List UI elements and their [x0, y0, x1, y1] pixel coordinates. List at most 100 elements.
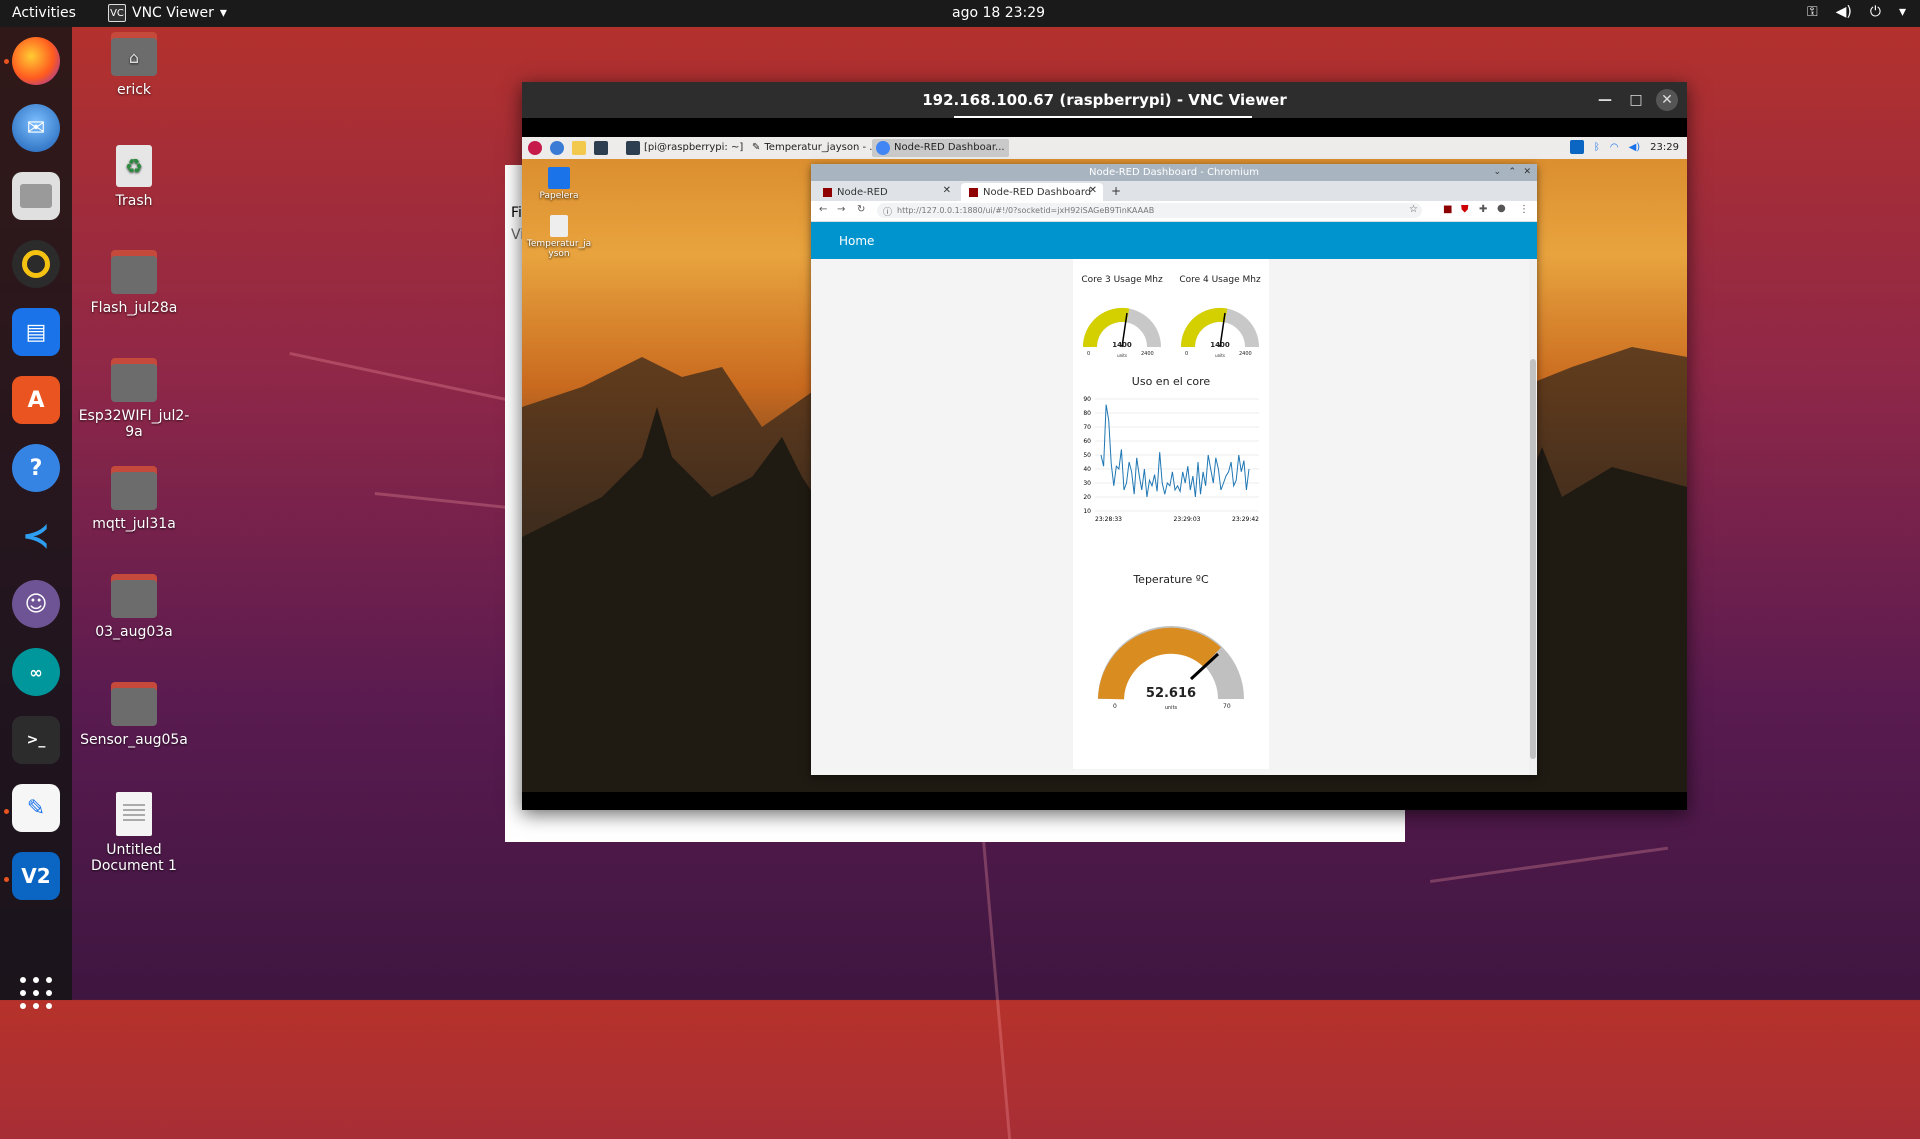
menu-icon[interactable]: ⋮	[1519, 204, 1529, 215]
remote-icon-file[interactable]: Temperatur_ja yson	[524, 215, 594, 259]
volume-icon[interactable]: ◀)	[1629, 142, 1641, 153]
show-applications-icon[interactable]	[20, 977, 52, 1009]
gauge-units: units	[1215, 353, 1225, 358]
system-tray[interactable]: ⚿ ◀) ⏻ ▾	[1807, 4, 1906, 20]
remote-clock[interactable]: 23:29	[1650, 142, 1679, 153]
profile-icon[interactable]: ●	[1497, 203, 1506, 214]
chevron-down-icon: ▾	[219, 5, 227, 21]
desktop-icon-label: 03_aug03a	[95, 624, 173, 640]
thunderbird-icon[interactable]: ✉	[12, 104, 60, 152]
bluetooth-icon[interactable]: ᛒ	[1594, 142, 1600, 153]
forward-icon[interactable]: →	[837, 204, 845, 215]
writer-icon[interactable]: ▤	[12, 308, 60, 356]
terminal-icon	[626, 141, 640, 155]
remote-taskbar: [pi@raspberrypi: ~] ✎ Temperatur_jayson …	[522, 137, 1687, 159]
address-bar[interactable]: http://127.0.0.1:1880/ui/#!/0?socketid=j…	[877, 203, 1422, 218]
page-scrollbar[interactable]	[1529, 259, 1537, 775]
y-tick-label: 60	[1083, 438, 1091, 445]
gauge-title: Core 3 Usage Mhz	[1081, 275, 1163, 285]
dashboard-body: Core 3 Usage Mhz Core 4 Usage Mhz 1400 0…	[811, 259, 1537, 775]
y-tick-label: 30	[1083, 480, 1091, 487]
desktop-icon-label: mqtt_jul31a	[92, 516, 176, 532]
extension-icon[interactable]: ■	[1443, 204, 1452, 215]
desktop-icon-label: Trash	[115, 193, 153, 209]
desktop-icon-trash[interactable]: ♻ Trash	[74, 145, 194, 209]
running-indicator	[4, 59, 9, 64]
wallpaper-line	[1430, 846, 1669, 883]
vnc-bottom-strip	[522, 792, 1687, 810]
desktop-icon-folder[interactable]: mqtt_jul31a	[74, 466, 194, 532]
terminal-icon[interactable]: >_	[12, 716, 60, 764]
document-icon	[116, 792, 152, 836]
folder-icon	[111, 250, 157, 294]
raspberry-menu-icon[interactable]	[528, 141, 542, 155]
minimize-button[interactable]: ⌄	[1493, 164, 1501, 181]
gauge-units: units	[1117, 353, 1127, 358]
text-editor-icon[interactable]: ✎	[12, 784, 60, 832]
desktop-icon-home[interactable]: ⌂ erick	[74, 32, 194, 98]
close-button[interactable]: ✕	[1656, 89, 1678, 111]
vscode-icon[interactable]: ≺	[12, 512, 60, 560]
gauge-value: 1400	[1112, 341, 1132, 349]
desktop-icon-document[interactable]: Untitled Document 1	[74, 792, 194, 874]
files-icon[interactable]	[12, 172, 60, 220]
folder-icon	[111, 466, 157, 510]
firefox-icon[interactable]	[12, 37, 60, 85]
arduino-icon[interactable]: ∞	[12, 648, 60, 696]
network-icon: ⚿	[1807, 4, 1818, 20]
browser-icon[interactable]	[550, 141, 564, 155]
dock: ✉ ▤ A ? ≺ ☺ ∞ >_ ✎ V2	[0, 27, 72, 1009]
new-tab-button[interactable]: +	[1111, 184, 1121, 198]
star-icon[interactable]: ☆	[1409, 204, 1418, 215]
taskbar-item-editor[interactable]: ✎ Temperatur_jayson - ...	[748, 139, 883, 157]
vnc-title-bar[interactable]: 192.168.100.67 (raspberrypi) - VNC Viewe…	[522, 82, 1687, 118]
app-menu[interactable]: VC VNC Viewer ▾	[108, 4, 227, 22]
taskbar-item-label: Temperatur_jayson - ...	[764, 142, 879, 153]
maximize-button[interactable]: □	[1625, 89, 1647, 111]
taskbar-item-label: Node-RED Dashboar...	[894, 142, 1005, 153]
reload-icon[interactable]: ↻	[857, 204, 865, 215]
scrollbar-thumb[interactable]	[1530, 359, 1536, 759]
maximize-button[interactable]: ⌃	[1508, 164, 1516, 181]
vnc-app-icon: VC	[108, 4, 126, 22]
chromium-title-bar[interactable]: Node-RED Dashboard - Chromium ⌄ ⌃ ✕	[811, 164, 1537, 181]
taskbar-item-terminal[interactable]: [pi@raspberrypi: ~]	[622, 139, 747, 157]
help-icon[interactable]: ?	[12, 444, 60, 492]
close-button[interactable]: ✕	[1523, 164, 1531, 181]
file-manager-icon[interactable]	[572, 141, 586, 155]
vnc-tray-icon[interactable]	[1569, 140, 1584, 154]
taskbar-item-chromium[interactable]: Node-RED Dashboar...	[872, 139, 1009, 157]
close-tab-icon[interactable]: ✕	[943, 185, 951, 196]
chromium-window[interactable]: Node-RED Dashboard - Chromium ⌄ ⌃ ✕ Node…	[811, 164, 1537, 775]
desktop-icon-folder[interactable]: Esp32WIFI_jul2-9a	[74, 358, 194, 440]
minimize-button[interactable]: —	[1594, 89, 1616, 111]
remote-icon-trash[interactable]: Papelera	[524, 167, 594, 201]
remote-icon-label: Temperatur_ja yson	[526, 239, 592, 259]
chromium-title: Node-RED Dashboard - Chromium	[1089, 167, 1259, 178]
ubuntu-software-icon[interactable]: A	[12, 376, 60, 424]
vnc-viewer-window[interactable]: 192.168.100.67 (raspberrypi) - VNC Viewe…	[522, 82, 1687, 810]
desktop-icon-folder[interactable]: 03_aug03a	[74, 574, 194, 640]
chevron-down-icon: ▾	[1898, 4, 1906, 20]
remote-desktop[interactable]: [pi@raspberrypi: ~] ✎ Temperatur_jayson …	[522, 137, 1687, 792]
url-text: http://127.0.0.1:1880/ui/#!/0?socketid=j…	[897, 206, 1155, 215]
github-icon[interactable]: ☺	[12, 580, 60, 628]
vnc-viewer-icon[interactable]: V2	[12, 852, 60, 900]
desktop-icon-folder[interactable]: Sensor_aug05a	[74, 682, 194, 748]
shield-icon[interactable]: ⛊	[1461, 204, 1469, 215]
terminal-icon[interactable]	[594, 141, 608, 155]
tab-node-red[interactable]: Node-RED ✕	[815, 183, 957, 201]
gauge-max: 2400	[1141, 351, 1154, 357]
wifi-icon[interactable]: ◠	[1610, 142, 1619, 153]
dashboard-group: Core 3 Usage Mhz Core 4 Usage Mhz 1400 0…	[1073, 259, 1269, 769]
dashboard-title: Home	[839, 234, 875, 248]
desktop-icon-folder[interactable]: Flash_jul28a	[74, 250, 194, 316]
close-tab-icon[interactable]: ✕	[1089, 185, 1097, 196]
clock[interactable]: ago 18 23:29	[952, 5, 1045, 21]
back-icon[interactable]: ←	[819, 204, 827, 215]
rhythmbox-icon[interactable]	[12, 240, 60, 288]
y-tick-label: 40	[1083, 466, 1091, 473]
tab-node-red-dashboard[interactable]: Node-RED Dashboard ✕	[961, 183, 1103, 201]
activities-button[interactable]: Activities	[12, 5, 76, 21]
puzzle-icon[interactable]: ✚	[1479, 204, 1487, 215]
